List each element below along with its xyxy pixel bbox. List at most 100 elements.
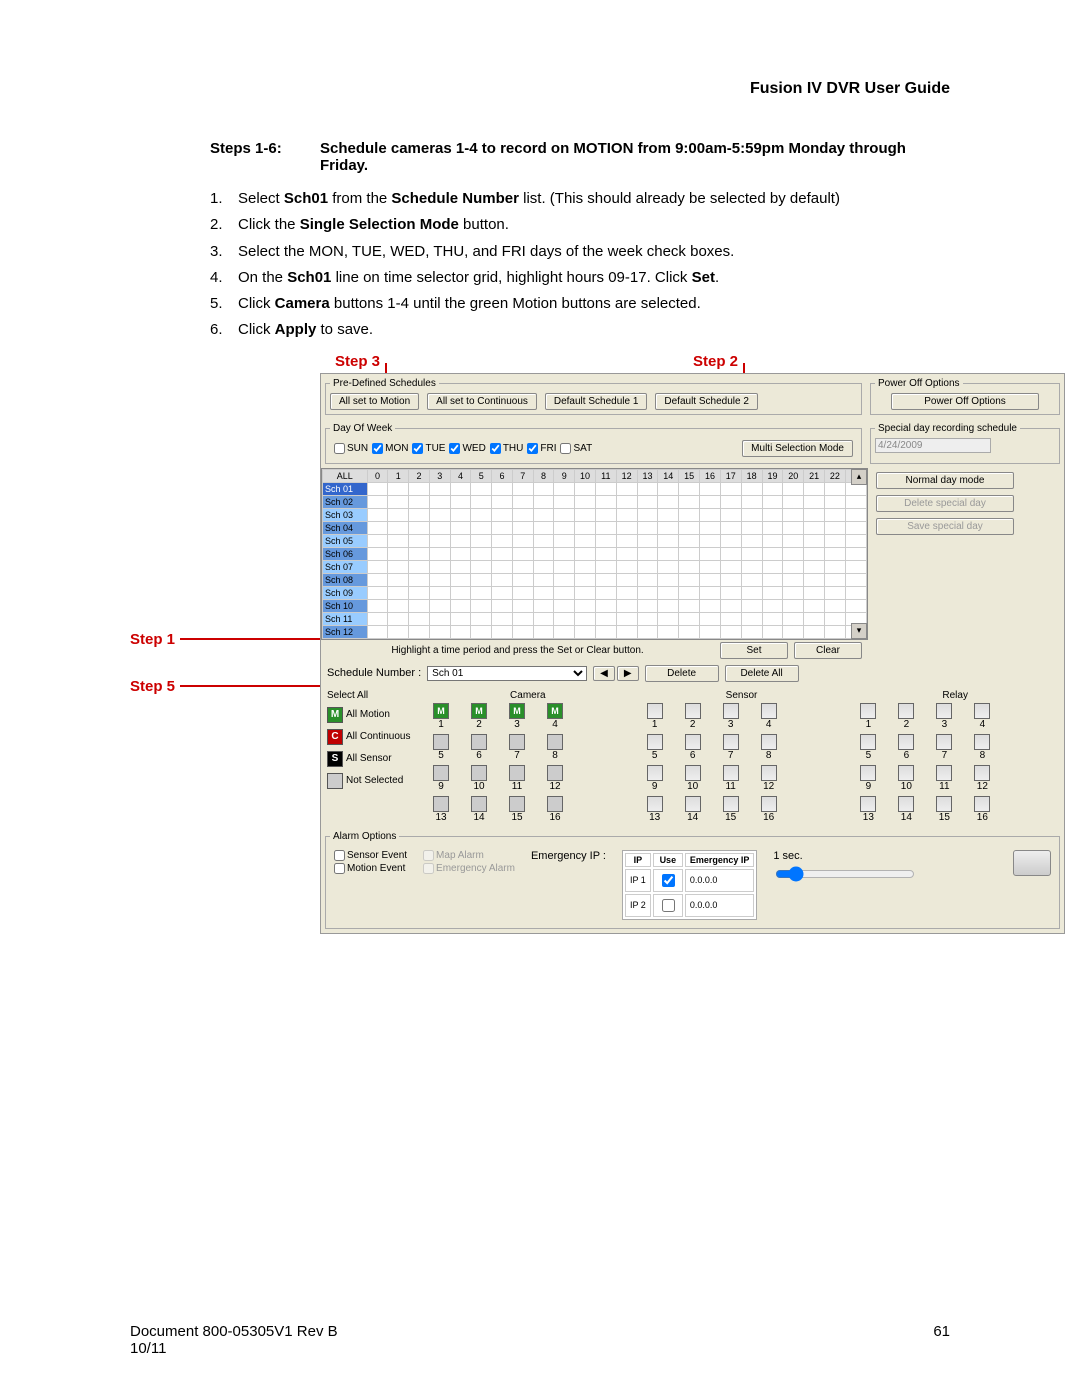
sensor-grid-15[interactable]: 15 — [715, 796, 747, 823]
camera-grid-12[interactable]: 12 — [539, 765, 571, 792]
relay-grid-4[interactable]: 4 — [966, 703, 998, 730]
grid-scroll-up[interactable]: ▴ — [851, 469, 867, 485]
relay-grid-8[interactable]: 8 — [966, 734, 998, 761]
sensor-grid-14[interactable]: 14 — [677, 796, 709, 823]
camera-grid-16[interactable]: 16 — [539, 796, 571, 823]
selection-mode-button[interactable]: Multi Selection Mode — [742, 440, 853, 457]
dow-check-tue[interactable]: TUE — [412, 443, 445, 454]
instruction-item: 3.Select the MON, TUE, WED, THU, and FRI… — [210, 242, 950, 262]
predef-button[interactable]: All set to Continuous — [427, 393, 537, 410]
sensor-grid-3[interactable]: 3 — [715, 703, 747, 730]
camera-grid-1[interactable]: M1 — [425, 703, 457, 730]
sensor-grid-16[interactable]: 16 — [753, 796, 785, 823]
callout-step1: Step 1 — [130, 631, 175, 648]
camera-grid-14[interactable]: 14 — [463, 796, 495, 823]
instruction-item: 6.Click Apply to save. — [210, 320, 950, 340]
dow-check-sun[interactable]: SUN — [334, 443, 368, 454]
emergency-ip-table[interactable]: IPUseEmergency IP IP 10.0.0.0 IP 20.0.0.… — [622, 850, 757, 920]
relay-grid-14[interactable]: 14 — [890, 796, 922, 823]
predef-button[interactable]: All set to Motion — [330, 393, 419, 410]
pointer-step1 — [180, 638, 330, 640]
grid-scroll-down[interactable]: ▾ — [851, 623, 867, 639]
relay-grid-10[interactable]: 10 — [890, 765, 922, 792]
sensor-grid-2[interactable]: 2 — [677, 703, 709, 730]
sensor-grid-9[interactable]: 9 — [639, 765, 671, 792]
camera-grid-11[interactable]: 11 — [501, 765, 533, 792]
relay-grid-15[interactable]: 15 — [928, 796, 960, 823]
sensor-grid-8[interactable]: 8 — [753, 734, 785, 761]
relay-grid-12[interactable]: 12 — [966, 765, 998, 792]
relay-grid-1[interactable]: 1 — [852, 703, 884, 730]
motion-event-check[interactable]: Motion Event — [334, 863, 407, 874]
keyboard-icon[interactable] — [1013, 850, 1051, 876]
alarm-options-group: Alarm Options Sensor Event Motion Event … — [325, 831, 1060, 929]
delete-special-button[interactable]: Delete special day — [876, 495, 1014, 512]
dow-check-thu[interactable]: THU — [490, 443, 524, 454]
emergency-alarm-check: Emergency Alarm — [423, 863, 515, 874]
camera-group-title: Camera — [425, 690, 631, 701]
alarm-duration-slider[interactable] — [775, 866, 915, 882]
camera-grid-3[interactable]: M3 — [501, 703, 533, 730]
sensor-grid-4[interactable]: 4 — [753, 703, 785, 730]
dow-check-sat[interactable]: SAT — [560, 443, 592, 454]
pointer-step5 — [180, 685, 330, 687]
schedule-number-select[interactable]: Sch 01 — [427, 666, 587, 681]
set-button[interactable]: Set — [720, 642, 788, 659]
relay-grid-16[interactable]: 16 — [966, 796, 998, 823]
sensor-event-check[interactable]: Sensor Event — [334, 850, 407, 861]
schedule-grid[interactable]: ALL0123456789101112131415161718192021222… — [321, 468, 868, 640]
camera-grid-13[interactable]: 13 — [425, 796, 457, 823]
not-selected-label: Not Selected — [346, 775, 403, 786]
camera-grid-8[interactable]: 8 — [539, 734, 571, 761]
sensor-grid-13[interactable]: 13 — [639, 796, 671, 823]
camera-grid-7[interactable]: 7 — [501, 734, 533, 761]
emergency-ip-label: Emergency IP : — [531, 850, 606, 862]
sensor-grid-5[interactable]: 5 — [639, 734, 671, 761]
dow-check-wed[interactable]: WED — [449, 443, 485, 454]
sensor-grid-6[interactable]: 6 — [677, 734, 709, 761]
camera-grid-5[interactable]: 5 — [425, 734, 457, 761]
clear-button[interactable]: Clear — [794, 642, 862, 659]
relay-grid-6[interactable]: 6 — [890, 734, 922, 761]
sched-next-button[interactable]: ▶ — [617, 666, 639, 681]
relay-grid-2[interactable]: 2 — [890, 703, 922, 730]
camera-grid-4[interactable]: M4 — [539, 703, 571, 730]
dow-check-fri[interactable]: FRI — [527, 443, 556, 454]
relay-grid-13[interactable]: 13 — [852, 796, 884, 823]
camera-grid-2[interactable]: M2 — [463, 703, 495, 730]
sensor-grid-10[interactable]: 10 — [677, 765, 709, 792]
sensor-grid-12[interactable]: 12 — [753, 765, 785, 792]
relay-grid-5[interactable]: 5 — [852, 734, 884, 761]
predef-button[interactable]: Default Schedule 2 — [655, 393, 758, 410]
predefined-legend: Pre-Defined Schedules — [330, 378, 439, 389]
poweroff-legend: Power Off Options — [875, 378, 963, 389]
sensor-grid-1[interactable]: 1 — [639, 703, 671, 730]
save-special-button[interactable]: Save special day — [876, 518, 1014, 535]
camera-grid-10[interactable]: 10 — [463, 765, 495, 792]
relay-grid-7[interactable]: 7 — [928, 734, 960, 761]
camera-grid-6[interactable]: 6 — [463, 734, 495, 761]
poweroff-button[interactable]: Power Off Options — [891, 393, 1039, 410]
motion-icon: M — [327, 707, 343, 723]
normal-day-button[interactable]: Normal day mode — [876, 472, 1014, 489]
relay-grid-9[interactable]: 9 — [852, 765, 884, 792]
alarm-legend: Alarm Options — [330, 831, 399, 842]
page-header: Fusion IV DVR User Guide — [130, 80, 950, 98]
footer-doc: Document 800-05305V1 Rev B — [130, 1323, 338, 1340]
dow-check-mon[interactable]: MON — [372, 443, 408, 454]
alarm-duration-label: 1 sec. — [773, 850, 997, 862]
instruction-item: 4.On the Sch01 line on time selector gri… — [210, 268, 950, 288]
sensor-grid-7[interactable]: 7 — [715, 734, 747, 761]
predef-button[interactable]: Default Schedule 1 — [545, 393, 648, 410]
sched-delete-button[interactable]: Delete — [645, 665, 719, 682]
instruction-item: 1.Select Sch01 from the Schedule Number … — [210, 189, 950, 209]
camera-grid-9[interactable]: 9 — [425, 765, 457, 792]
sensor-grid-11[interactable]: 11 — [715, 765, 747, 792]
sched-prev-button[interactable]: ◀ — [593, 666, 615, 681]
page-footer: Document 800-05305V1 Rev B 10/11 61 — [130, 1323, 950, 1357]
camera-grid-15[interactable]: 15 — [501, 796, 533, 823]
relay-grid-11[interactable]: 11 — [928, 765, 960, 792]
relay-grid-3[interactable]: 3 — [928, 703, 960, 730]
sched-delete-all-button[interactable]: Delete All — [725, 665, 799, 682]
special-date-input[interactable] — [875, 438, 991, 453]
